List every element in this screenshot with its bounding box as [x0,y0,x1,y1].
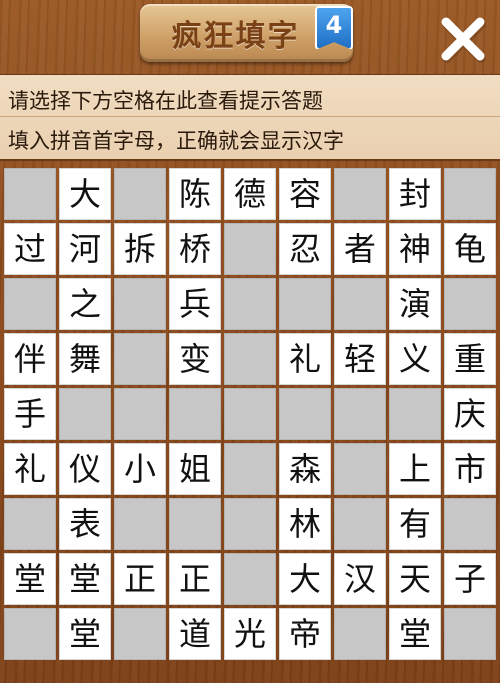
board-cell-empty[interactable] [444,498,496,550]
board-cell[interactable]: 变 [169,333,221,385]
board-cell[interactable]: 林 [279,498,331,550]
board-cell-empty[interactable] [444,168,496,220]
board-cell[interactable]: 堂 [59,608,111,660]
board-cell-empty[interactable] [334,278,386,330]
board-cell[interactable]: 堂 [389,608,441,660]
hint-divider [0,116,500,117]
board-cell[interactable]: 庆 [444,388,496,440]
board-cell-empty[interactable] [224,553,276,605]
board-cell[interactable]: 道 [169,608,221,660]
board-cell-empty[interactable] [279,388,331,440]
board-cell-empty[interactable] [114,498,166,550]
board-cell[interactable]: 轻 [334,333,386,385]
board-cell[interactable]: 义 [389,333,441,385]
board-cell-empty[interactable] [389,388,441,440]
board-cell-empty[interactable] [224,333,276,385]
board-cell-empty[interactable] [114,388,166,440]
board-cell-empty[interactable] [114,608,166,660]
board-cell[interactable]: 堂 [4,553,56,605]
board-cell[interactable]: 桥 [169,223,221,275]
board-cell-empty[interactable] [224,388,276,440]
board-cell-empty[interactable] [334,443,386,495]
board-cell[interactable]: 重 [444,333,496,385]
board-cell[interactable]: 忍 [279,223,331,275]
board-cell[interactable]: 姐 [169,443,221,495]
board-cell-empty[interactable] [334,168,386,220]
board-cell[interactable]: 舞 [59,333,111,385]
board-cell-empty[interactable] [4,498,56,550]
board-cell[interactable]: 市 [444,443,496,495]
close-button[interactable] [438,14,488,64]
board-cell[interactable]: 神 [389,223,441,275]
board-cell[interactable]: 汉 [334,553,386,605]
board-cell[interactable]: 之 [59,278,111,330]
board-cell[interactable]: 表 [59,498,111,550]
board-cell-empty[interactable] [114,168,166,220]
board-cell[interactable]: 正 [114,553,166,605]
board-cell[interactable]: 正 [169,553,221,605]
close-x-icon [441,17,486,63]
board-cell-empty[interactable] [279,278,331,330]
board-cell[interactable]: 堂 [59,553,111,605]
board-cell[interactable]: 帝 [279,608,331,660]
board-cell[interactable]: 过 [4,223,56,275]
board-cell[interactable]: 小 [114,443,166,495]
board-cell-empty[interactable] [114,333,166,385]
board-cell-empty[interactable] [114,278,166,330]
board-cell[interactable]: 礼 [279,333,331,385]
board-cell[interactable]: 容 [279,168,331,220]
board-cell[interactable]: 礼 [4,443,56,495]
board-cell-empty[interactable] [4,278,56,330]
board-cell[interactable]: 上 [389,443,441,495]
board-cell-empty[interactable] [4,608,56,660]
crossword-board: 大陈德容封过河拆桥忍者神龟之兵演伴舞变礼轻义重手庆礼仪小姐森上市表林有堂堂正正大… [4,168,496,662]
board-cell-empty[interactable] [444,608,496,660]
board-cell[interactable]: 光 [224,608,276,660]
board-cell[interactable]: 大 [279,553,331,605]
board-cell-empty[interactable] [224,498,276,550]
board-cell[interactable]: 演 [389,278,441,330]
board-cell[interactable]: 有 [389,498,441,550]
board-cell[interactable]: 者 [334,223,386,275]
board-cell-empty[interactable] [169,388,221,440]
board-cell[interactable]: 伴 [4,333,56,385]
top-bar: 疯狂填字 4 [0,0,500,74]
board-cell-empty[interactable] [224,278,276,330]
board-cell[interactable]: 手 [4,388,56,440]
board-cell-empty[interactable] [334,498,386,550]
board-cell[interactable]: 陈 [169,168,221,220]
board-cell-empty[interactable] [444,278,496,330]
board-cell-empty[interactable] [334,388,386,440]
game-title: 疯狂填字 [171,19,300,54]
board-cell[interactable]: 森 [279,443,331,495]
board-cell-empty[interactable] [169,498,221,550]
board-cell[interactable]: 大 [59,168,111,220]
board-cell-empty[interactable] [334,608,386,660]
board-cell[interactable]: 拆 [114,223,166,275]
board-cell[interactable]: 德 [224,168,276,220]
board-cell[interactable]: 封 [389,168,441,220]
board-cell[interactable]: 龟 [444,223,496,275]
board-cell-empty[interactable] [224,223,276,275]
board-cell[interactable]: 兵 [169,278,221,330]
board-cell[interactable]: 河 [59,223,111,275]
board-cell[interactable]: 天 [389,553,441,605]
hint-line-2: 填入拼音首字母，正确就会显示汉字 [8,129,344,153]
board-cell[interactable]: 仪 [59,443,111,495]
hint-line-1: 请选择下方空格在此查看提示答题 [8,89,323,113]
board-cell-empty[interactable] [59,388,111,440]
board-cell[interactable]: 子 [444,553,496,605]
board-cell-empty[interactable] [224,443,276,495]
board-cell-empty[interactable] [4,168,56,220]
hint-panel: 请选择下方空格在此查看提示答题 填入拼音首字母，正确就会显示汉字 [0,74,500,161]
